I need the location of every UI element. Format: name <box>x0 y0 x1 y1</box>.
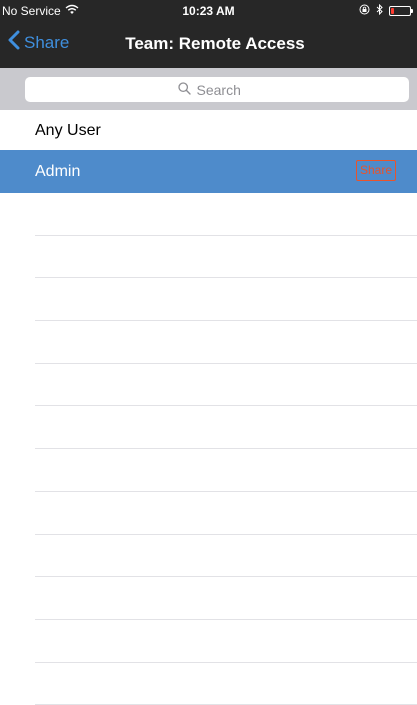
orientation-lock-icon <box>359 4 370 18</box>
page-title: Team: Remote Access <box>125 34 305 53</box>
list-item-admin[interactable]: Admin Share <box>0 150 417 193</box>
list-item-label: Admin <box>35 163 81 180</box>
battery-tip <box>411 9 413 13</box>
empty-row <box>35 492 417 535</box>
magnifier-icon <box>177 81 191 98</box>
bluetooth-icon <box>376 3 383 18</box>
battery-icon <box>389 6 413 16</box>
user-list: Any User Admin Share <box>0 110 417 705</box>
empty-row <box>35 620 417 663</box>
top-bar: No Service 10:23 AM Share Team: Remote A… <box>0 0 417 68</box>
empty-row <box>35 321 417 364</box>
share-badge[interactable]: Share <box>355 160 396 181</box>
list-item-any-user[interactable]: Any User <box>0 110 417 150</box>
search-bar <box>0 68 417 110</box>
search-input[interactable] <box>196 81 257 98</box>
empty-row <box>35 406 417 450</box>
navigation-bar: Share Team: Remote Access <box>0 22 417 68</box>
empty-rows <box>0 193 417 705</box>
empty-row <box>35 236 417 279</box>
empty-row <box>35 193 417 236</box>
status-time: 10:23 AM <box>182 4 235 18</box>
status-right <box>359 3 413 18</box>
empty-row <box>35 364 417 407</box>
empty-row <box>35 449 417 492</box>
battery-level <box>391 8 394 14</box>
search-field[interactable] <box>25 77 409 102</box>
empty-row <box>35 577 417 620</box>
status-bar: No Service 10:23 AM <box>0 0 417 22</box>
empty-row <box>35 278 417 322</box>
empty-row <box>35 535 417 578</box>
empty-row <box>35 663 417 705</box>
list-item-label: Any User <box>35 122 101 139</box>
